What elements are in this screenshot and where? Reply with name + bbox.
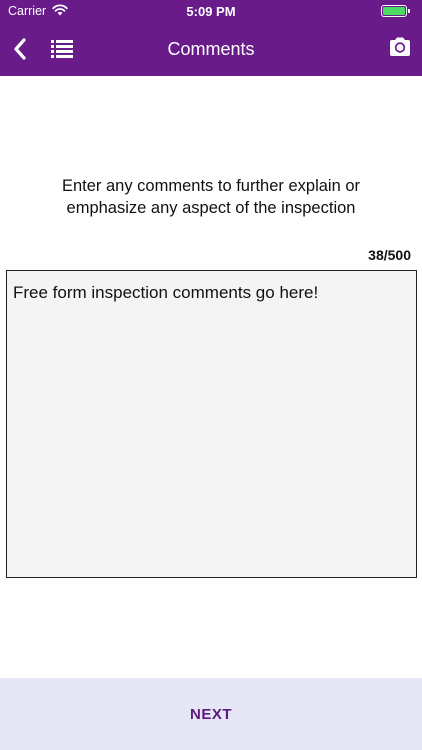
comments-textarea[interactable]: Free form inspection comments go here! [6,270,417,578]
comment-instructions: Enter any comments to further explain or… [61,177,361,217]
camera-button[interactable] [388,36,412,58]
character-counter: 38/500 [368,247,411,263]
page-title: Comments [167,39,255,59]
nav-bar: Comments [0,24,422,76]
status-time: 5:09 PM [186,4,236,19]
next-button[interactable]: NEXT [0,678,422,750]
status-bar: Carrier 5:09 PM [0,0,422,24]
camera-icon [390,37,410,56]
battery-nub [408,9,410,13]
footer: NEXT [0,678,422,750]
battery-level [383,7,405,15]
battery-icon [381,5,407,17]
header: Carrier 5:09 PM Comments [0,0,422,76]
